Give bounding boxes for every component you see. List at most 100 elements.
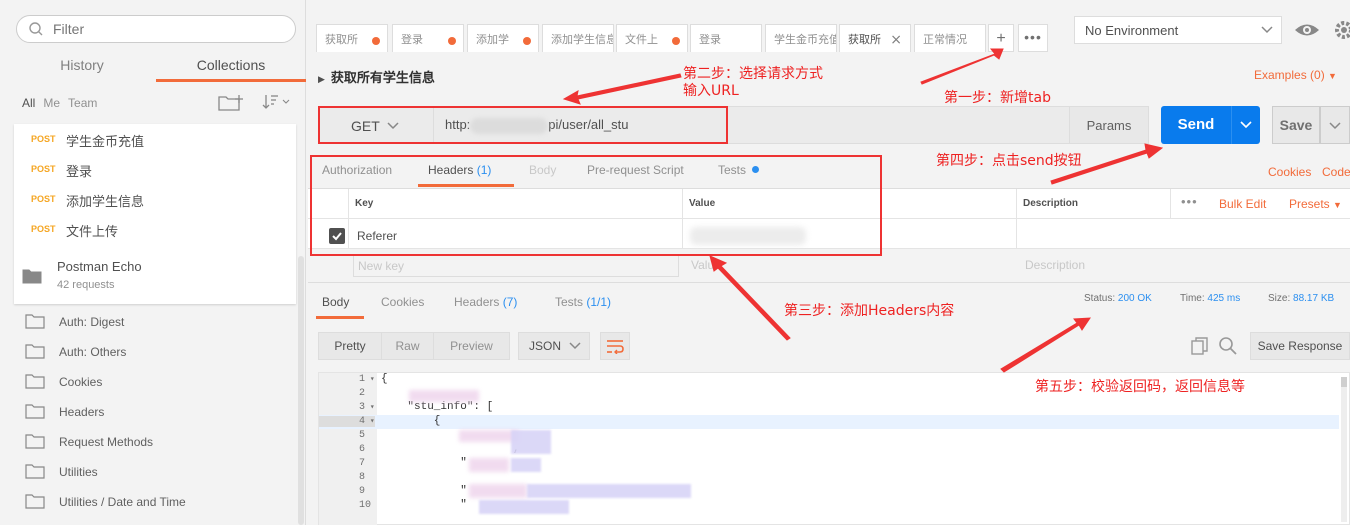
request-tab[interactable]: 登录 [392,24,464,52]
request-tab-active[interactable]: 获取所 × [839,24,911,52]
fold-icon[interactable]: ▾ [365,403,375,412]
environment-select[interactable]: No Environment [1074,16,1282,44]
folder-item[interactable]: Auth: Others [14,336,296,366]
request-name: 文件上传 [66,224,119,239]
tab-label: 登录 [699,33,721,46]
add-folder-icon[interactable] [218,94,244,112]
editor-scrollbar[interactable] [1341,377,1347,522]
pretty-button[interactable]: Pretty [318,332,382,360]
unsaved-dot [523,37,531,45]
bulk-edit-link[interactable]: Bulk Edit [1219,197,1266,211]
fold-icon[interactable]: ▾ [365,417,375,426]
wrap-lines-button[interactable] [600,332,630,360]
examples-dropdown[interactable]: Examples (0) ▼ [1254,68,1337,82]
copy-icon[interactable] [1190,336,1210,356]
send-button[interactable]: Send [1161,106,1231,144]
gear-icon[interactable] [1330,18,1350,42]
folder-item[interactable]: Request Methods [14,426,296,456]
code-link[interactable]: Code [1322,165,1350,179]
tab-collections[interactable]: Collections [156,56,306,82]
folder-name: Utilities [59,465,98,479]
code-line: { [381,373,388,385]
caret-down-icon: ▼ [1328,71,1337,81]
tab-history[interactable]: History [14,56,150,82]
request-tab[interactable]: 添加学生信息 [542,24,614,52]
request-tab[interactable]: 获取所 [316,24,388,52]
send-dropdown-button[interactable] [1231,106,1260,144]
format-select[interactable]: JSON [518,332,590,360]
save-dropdown-button[interactable] [1320,106,1350,144]
collection-postman-echo[interactable]: Postman Echo 42 requests [14,254,296,302]
request-tab[interactable]: 登录 [690,24,762,52]
sidebar-scrollbar[interactable] [298,256,304,525]
new-value-input[interactable]: Value [691,258,721,272]
tab-label: 添加学生信息 [551,33,614,46]
response-tab-body[interactable]: Body [316,295,364,319]
new-key-input[interactable]: New key [353,255,679,277]
filter-team[interactable]: Team [68,96,97,110]
request-tab[interactable]: 添加学 [467,24,539,52]
save-button[interactable]: Save [1272,106,1320,144]
column-description: Description [1023,198,1079,209]
tab-label: 获取所 [325,33,358,46]
sort-icon[interactable] [262,94,290,110]
folder-item[interactable]: Cookies [14,366,296,396]
annotation-step2-line1: 第二步：选择请求方式 [683,66,823,82]
tab-label: 正常情况 [923,33,967,46]
folder-item[interactable]: Headers [14,396,296,426]
filter-all[interactable]: All [22,96,35,110]
response-tab-tests[interactable]: Tests (1/1) [555,295,611,319]
folder-item[interactable]: Utilities [14,456,296,486]
request-tab[interactable]: 正常情况 [914,24,986,52]
more-tabs-button[interactable]: ••• [1018,24,1048,52]
raw-button[interactable]: Raw [382,332,434,360]
cookies-link[interactable]: Cookies [1268,165,1311,179]
examples-label: Examples (0) [1254,68,1325,82]
request-name: 添加学生信息 [66,194,145,209]
status-value: 200 OK [1117,293,1152,304]
fold-icon[interactable]: ▾ [365,375,375,384]
filter-input[interactable] [53,20,283,38]
redacted-value [459,430,519,442]
search-icon[interactable] [1218,336,1238,356]
params-button[interactable]: Params [1069,106,1149,144]
redacted-value [409,390,479,402]
presets-dropdown[interactable]: Presets ▼ [1289,197,1342,211]
annotation-step2: 第二步：选择请求方式 输入URL [683,66,823,100]
new-tab-button[interactable]: + [988,24,1014,52]
size-value: 88.17 KB [1293,293,1335,304]
request-tab[interactable]: 文件上 [616,24,688,52]
list-item[interactable]: POST 添加学生信息 [14,184,296,214]
filter-me[interactable]: Me [43,96,60,110]
more-options-icon[interactable]: ••• [1181,194,1198,209]
unsaved-dot [372,37,380,45]
preview-button[interactable]: Preview [434,332,510,360]
active-line-highlight [319,415,1339,429]
response-tab-headers[interactable]: Headers (7) [454,295,517,319]
eye-icon[interactable] [1292,18,1322,42]
collection-title: Postman Echo [57,259,142,274]
tab-label: 文件上 [625,33,658,46]
editor-scrollbar-thumb[interactable] [1341,377,1347,387]
status-readout: Status: 200 OK [1084,293,1152,304]
filter-box[interactable] [16,15,296,43]
request-tab[interactable]: 学生金币充值 [765,24,837,52]
list-item[interactable]: POST 学生金币充值 [14,124,296,154]
new-description-input[interactable]: Description [1025,258,1085,272]
list-item[interactable]: POST 登录 [14,154,296,184]
save-response-button[interactable]: Save Response [1250,332,1350,360]
annotation-box-url [318,106,728,144]
folder-item[interactable]: Auth: Digest [14,306,296,336]
close-icon[interactable]: × [890,25,902,52]
code-line: " [381,457,467,469]
folder-name: Cookies [59,375,103,389]
response-tab-cookies[interactable]: Cookies [381,295,424,319]
tab-label: 获取所 [848,33,881,46]
request-title[interactable]: ▶ 获取所有学生信息 [318,67,435,86]
line-number: 3 ▾ [359,402,375,413]
column-divider [1170,189,1171,219]
folder-item[interactable]: Utilities / Date and Time [14,486,296,516]
unsaved-dot [448,37,456,45]
request-name: 登录 [66,164,93,179]
list-item[interactable]: POST 文件上传 [14,214,296,244]
